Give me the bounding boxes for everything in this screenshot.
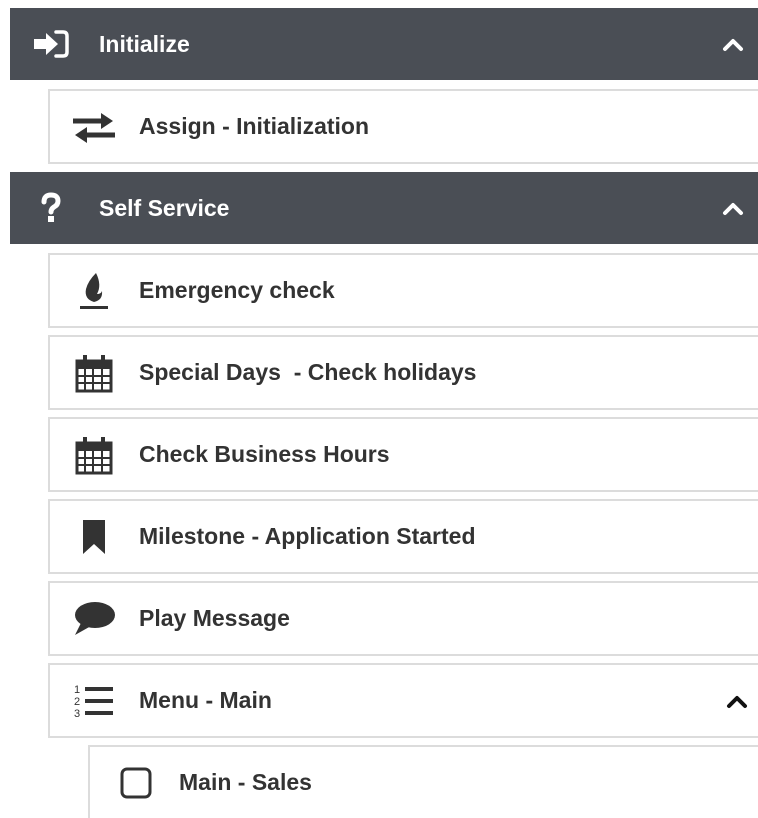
- item-label: Check Business Hours: [139, 441, 390, 467]
- list-item-check-business-hours[interactable]: Check Business Hours: [48, 417, 758, 492]
- list-item-emergency-check[interactable]: Emergency check: [48, 253, 758, 328]
- item-label: Main - Sales: [179, 769, 312, 795]
- list-item-milestone[interactable]: Milestone - Application Started: [48, 499, 758, 574]
- list-item-assign-initialization[interactable]: Assign - Initialization: [48, 89, 758, 164]
- item-label: Special Days - Check holidays: [139, 359, 477, 385]
- sign-in-icon: [32, 29, 70, 59]
- item-label: Milestone - Application Started: [139, 523, 476, 549]
- question-icon: [32, 192, 70, 223]
- list-item-menu-main[interactable]: 1 2 3 Menu - Main: [48, 663, 758, 738]
- chevron-up-icon[interactable]: [722, 36, 744, 52]
- list-item-main-sales[interactable]: Main - Sales: [88, 745, 758, 818]
- calendar-icon: [70, 433, 118, 477]
- bookmark-icon: [70, 515, 118, 559]
- item-label: Play Message: [139, 605, 290, 631]
- calendar-icon: [70, 351, 118, 395]
- numbered-list-icon: 1 2 3: [70, 679, 118, 723]
- chevron-up-icon[interactable]: [726, 693, 748, 709]
- section-title: Initialize: [99, 30, 190, 57]
- section-title: Self Service: [99, 194, 230, 221]
- fire-icon: [70, 269, 118, 313]
- svg-text:2: 2: [74, 696, 80, 708]
- section-header-self-service[interactable]: Self Service: [10, 172, 758, 244]
- svg-text:3: 3: [74, 708, 80, 720]
- exchange-arrows-icon: [70, 105, 118, 149]
- item-label: Emergency check: [139, 277, 335, 303]
- list-item-special-days[interactable]: Special Days - Check holidays: [48, 335, 758, 410]
- svg-text:1: 1: [74, 684, 80, 696]
- chevron-up-icon[interactable]: [722, 200, 744, 216]
- checkbox-icon[interactable]: [112, 761, 160, 805]
- speech-bubble-icon: [70, 597, 118, 641]
- item-label: Assign - Initialization: [139, 113, 370, 139]
- section-header-initialize[interactable]: Initialize: [10, 8, 758, 80]
- item-label: Menu - Main: [139, 687, 272, 713]
- list-item-play-message[interactable]: Play Message: [48, 581, 758, 656]
